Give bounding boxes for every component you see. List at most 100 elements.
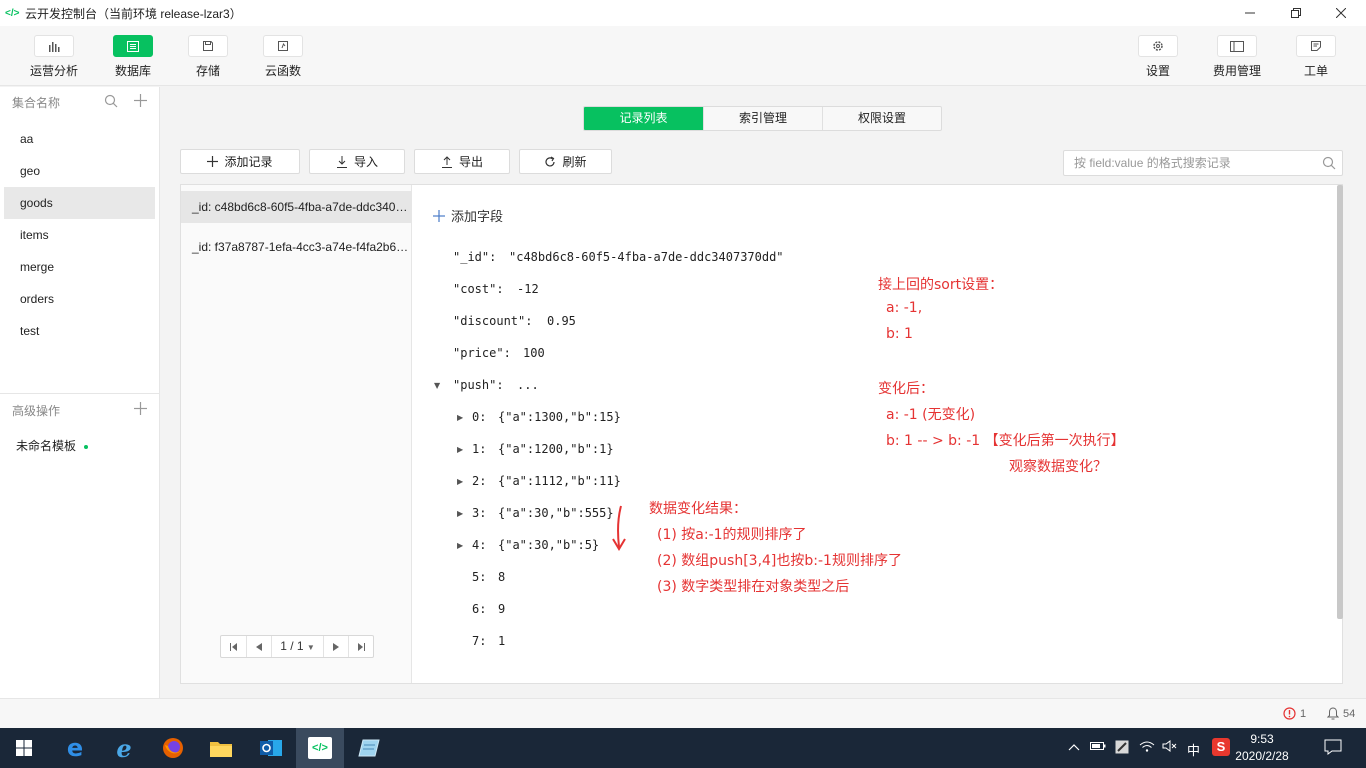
field-value[interactable]: 0.95 [547, 314, 576, 328]
array-value[interactable]: 1 [498, 634, 505, 648]
expand-arrow-icon[interactable]: ▶ [457, 413, 463, 422]
field-value[interactable]: 100 [523, 346, 545, 360]
record-search[interactable] [1063, 150, 1343, 176]
view-tabs: 记录列表 索引管理 权限设置 [583, 106, 942, 131]
main-content: 记录列表 索引管理 权限设置 添加记录 导入 导出 刷新 _id: c48bd6… [160, 87, 1366, 698]
array-value[interactable]: {"a":1112,"b":11} [498, 474, 621, 488]
record-row[interactable]: _id: f37a8787-1efa-4cc3-a74e-f4fa2b6e00a… [181, 231, 411, 263]
sogou-icon[interactable]: S [1212, 738, 1230, 756]
array-value[interactable]: {"a":1300,"b":15} [498, 410, 621, 424]
import-button[interactable]: 导入 [309, 149, 405, 174]
toolbar-label: 费用管理 [1212, 64, 1261, 78]
collection-item[interactable]: goods [4, 187, 155, 219]
toolbar-ticket[interactable]: 工单 [1286, 35, 1346, 79]
pagination: 1 / 1 ▼ [220, 635, 374, 658]
last-page-icon[interactable] [348, 636, 373, 657]
field-value[interactable]: ... [517, 378, 539, 392]
windows-start-icon[interactable] [0, 728, 48, 768]
expand-arrow-icon[interactable]: ▶ [457, 509, 463, 518]
collection-item[interactable]: geo [4, 155, 155, 187]
search-input[interactable] [1074, 151, 1314, 175]
detail-scrollbar[interactable] [1337, 185, 1343, 619]
toolbar-billing[interactable]: 费用管理 [1207, 35, 1267, 79]
restore-icon[interactable] [1273, 0, 1319, 26]
annotation-text: (2) 数组push[3,4]也按b:-1规则排序了 [657, 553, 902, 569]
tab-permissions[interactable]: 权限设置 [822, 107, 941, 130]
toolbar-functions[interactable]: 云函数 [253, 35, 313, 79]
battery-icon[interactable] [1090, 740, 1106, 755]
record-row[interactable]: _id: c48bd6c8-60f5-4fba-a7de-ddc3407370d… [181, 191, 411, 223]
collection-item[interactable]: items [4, 219, 155, 251]
ie-icon[interactable]: e [100, 728, 148, 768]
close-icon[interactable] [1318, 0, 1364, 26]
notepad-icon[interactable] [345, 728, 393, 768]
notification-indicator[interactable]: 54 [1327, 707, 1355, 720]
tablet-icon[interactable] [1115, 740, 1129, 757]
toolbar-database[interactable]: 数据库 [103, 35, 163, 79]
field-value[interactable]: "c48bd6c8-60f5-4fba-a7de-ddc3407370dd" [509, 250, 784, 264]
add-collection-icon[interactable] [134, 94, 147, 111]
page-selector[interactable]: 1 / 1 ▼ [271, 636, 323, 657]
template-item[interactable]: 未命名模板 [0, 431, 159, 461]
annotation-text: a: -1 (无变化) [886, 407, 976, 423]
search-icon[interactable] [104, 94, 118, 111]
refresh-button[interactable]: 刷新 [519, 149, 612, 174]
array-value[interactable]: {"a":30,"b":5} [498, 538, 599, 552]
plus-icon [433, 209, 445, 222]
array-value[interactable]: {"a":30,"b":555} [498, 506, 614, 520]
collapse-arrow-icon[interactable]: ▼ [434, 381, 440, 390]
button-label: 导出 [458, 155, 483, 169]
expand-arrow-icon[interactable]: ▶ [457, 477, 463, 486]
collection-item[interactable]: merge [4, 251, 155, 283]
minimize-icon[interactable] [1227, 0, 1273, 26]
tab-indexes[interactable]: 索引管理 [703, 107, 822, 130]
field-value[interactable]: -12 [517, 282, 539, 296]
collection-item[interactable]: aa [4, 123, 155, 155]
search-icon[interactable] [1322, 156, 1336, 173]
billing-icon [1217, 35, 1257, 57]
outlook-icon[interactable] [247, 728, 295, 768]
add-template-icon[interactable] [134, 402, 147, 418]
prev-page-icon[interactable] [246, 636, 271, 657]
status-dot [84, 444, 89, 449]
ime-indicator[interactable]: 中 [1187, 740, 1200, 759]
system-clock[interactable]: 9:53 2020/2/28 [1232, 731, 1292, 765]
first-page-icon[interactable] [221, 636, 246, 657]
file-explorer-icon[interactable] [197, 728, 245, 768]
clock-time: 9:53 [1250, 732, 1274, 746]
toolbar-storage[interactable]: 存储 [178, 35, 238, 79]
advanced-section: 高级操作 未命名模板 [0, 395, 159, 461]
record-list: _id: c48bd6c8-60f5-4fba-a7de-ddc3407370d… [181, 185, 412, 683]
collection-item[interactable]: orders [4, 283, 155, 315]
array-index: 1: [472, 442, 487, 456]
edge-icon[interactable]: e [51, 728, 99, 768]
expand-arrow-icon[interactable]: ▶ [457, 541, 463, 550]
toolbar-label: 云函数 [264, 64, 301, 78]
next-page-icon[interactable] [323, 636, 348, 657]
add-field-button[interactable]: 添加字段 [433, 206, 503, 225]
array-index: 0: [472, 410, 487, 424]
array-value[interactable]: {"a":1200,"b":1} [498, 442, 614, 456]
toolbar-analytics[interactable]: 运营分析 [24, 35, 84, 79]
firefox-icon[interactable] [149, 728, 197, 768]
collection-item[interactable]: test [4, 315, 155, 347]
volume-muted-icon[interactable] [1162, 740, 1178, 755]
annotation-text: 接上回的sort设置： [878, 277, 1004, 293]
function-icon [263, 35, 303, 57]
array-value[interactable]: 8 [498, 570, 505, 584]
action-center-icon[interactable] [1324, 739, 1342, 758]
annotation-text: b: 1 [886, 326, 913, 342]
export-button[interactable]: 导出 [414, 149, 510, 174]
toolbar-settings[interactable]: 设置 [1128, 35, 1188, 79]
page-indicator: 1 / 1 [280, 639, 304, 653]
expand-arrow-icon[interactable]: ▶ [457, 445, 463, 454]
error-indicator[interactable]: 1 [1283, 707, 1306, 720]
array-value[interactable]: 9 [498, 602, 505, 616]
error-count: 1 [1300, 707, 1307, 720]
taskbar: e e </> 中 S 9:53 2020/2/28 [0, 728, 1366, 768]
tab-records[interactable]: 记录列表 [584, 107, 703, 130]
chevron-up-icon[interactable] [1068, 740, 1080, 755]
devtools-icon[interactable]: </> [296, 728, 344, 768]
add-record-button[interactable]: 添加记录 [180, 149, 300, 174]
wifi-icon[interactable] [1139, 740, 1155, 755]
